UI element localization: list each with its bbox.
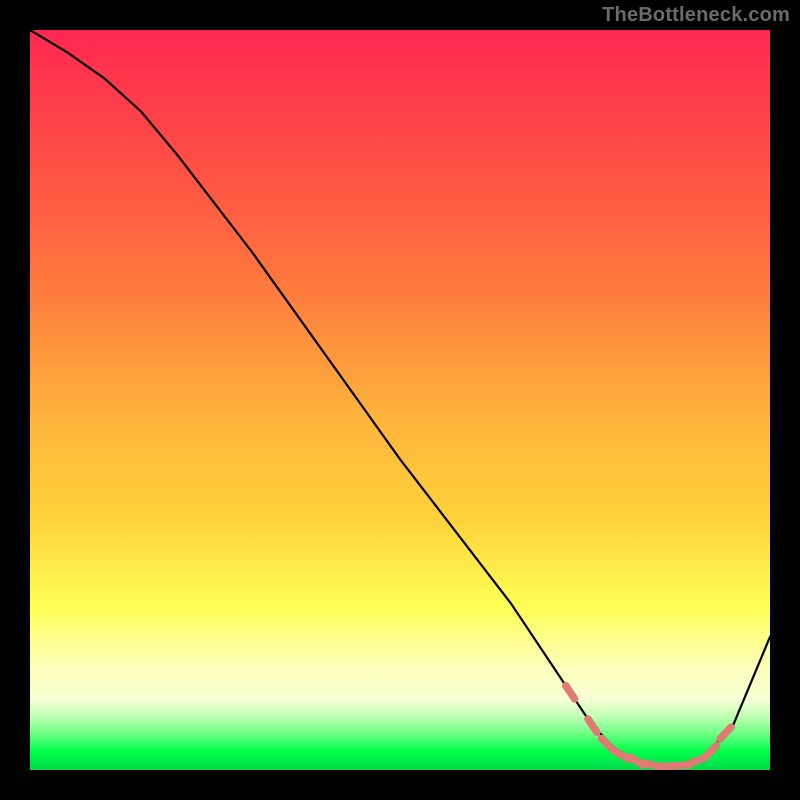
chart-svg [0, 0, 800, 800]
chart-stage: TheBottleneck.com [0, 0, 800, 800]
watermark-label: TheBottleneck.com [602, 4, 790, 27]
curve-marker [688, 758, 703, 764]
